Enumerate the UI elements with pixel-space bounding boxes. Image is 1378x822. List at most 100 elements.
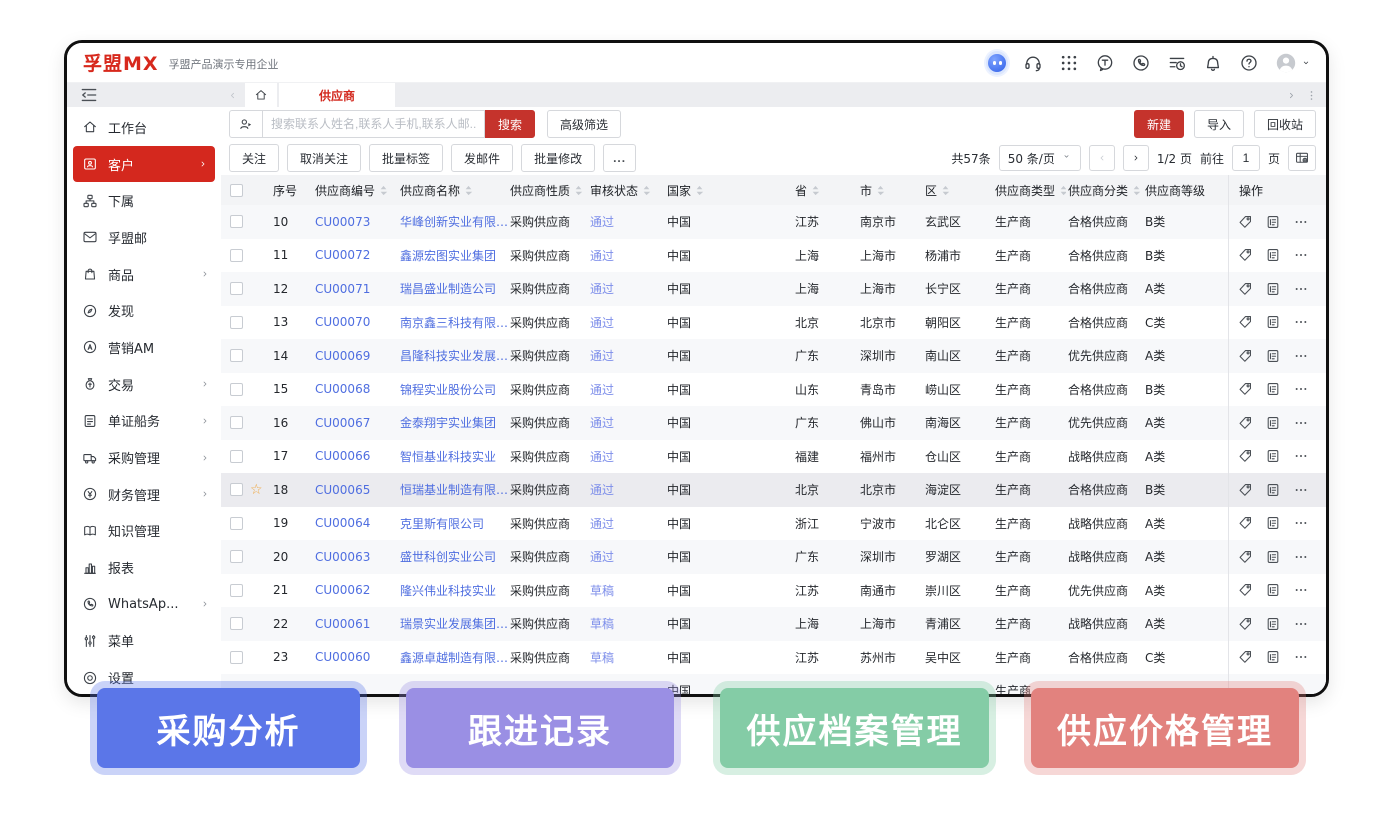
bulk-action-button[interactable]: 批量修改 xyxy=(521,144,595,172)
sort-icon[interactable] xyxy=(379,185,388,196)
tag-icon[interactable] xyxy=(1237,616,1253,632)
row-more-icon[interactable] xyxy=(1293,616,1309,632)
sort-icon[interactable] xyxy=(642,185,651,196)
cell-name[interactable]: 锦程实业股份公司 xyxy=(398,373,508,407)
star-icon[interactable]: ☆ xyxy=(250,483,263,497)
column-header-name[interactable]: 供应商名称 xyxy=(398,175,508,205)
user-menu[interactable] xyxy=(1274,52,1312,74)
row-more-icon[interactable] xyxy=(1293,247,1309,263)
advanced-filter-button[interactable]: 高级筛选 xyxy=(547,110,621,138)
row-checkbox[interactable] xyxy=(230,550,243,563)
sidebar-item-customer[interactable]: 客户 xyxy=(73,146,215,183)
sidebar-item-marketing[interactable]: 营销AM xyxy=(67,329,221,366)
cell-code[interactable]: CU00061 xyxy=(313,607,398,641)
page-size-select[interactable]: 50 条/页 xyxy=(999,145,1081,171)
column-header-code[interactable]: 供应商编号 xyxy=(313,175,398,205)
column-header-city[interactable]: 市 xyxy=(858,175,923,205)
detail-form-icon[interactable] xyxy=(1265,549,1281,565)
cell-code[interactable]: CU00071 xyxy=(313,272,398,306)
row-checkbox[interactable] xyxy=(230,249,243,262)
detail-form-icon[interactable] xyxy=(1265,649,1281,665)
sidebar-item-home[interactable]: 工作台 xyxy=(67,109,221,146)
detail-form-icon[interactable] xyxy=(1265,415,1281,431)
row-more-icon[interactable] xyxy=(1293,314,1309,330)
detail-form-icon[interactable] xyxy=(1265,616,1281,632)
sort-icon[interactable] xyxy=(574,185,583,196)
cell-code[interactable]: CU00060 xyxy=(313,641,398,675)
detail-form-icon[interactable] xyxy=(1265,515,1281,531)
column-settings-icon[interactable] xyxy=(1288,145,1316,171)
column-header-country[interactable]: 国家 xyxy=(665,175,793,205)
cell-code[interactable]: CU00066 xyxy=(313,440,398,474)
detail-form-icon[interactable] xyxy=(1265,448,1281,464)
row-checkbox[interactable] xyxy=(230,215,243,228)
tag-icon[interactable] xyxy=(1237,247,1253,263)
cell-code[interactable]: CU00067 xyxy=(313,406,398,440)
row-more-icon[interactable] xyxy=(1293,582,1309,598)
tag-icon[interactable] xyxy=(1237,649,1253,665)
tag-icon[interactable] xyxy=(1237,582,1253,598)
detail-form-icon[interactable] xyxy=(1265,214,1281,230)
sort-icon[interactable] xyxy=(1132,185,1141,196)
column-header-nature[interactable]: 供应商性质 xyxy=(508,175,588,205)
cell-code[interactable]: CU00068 xyxy=(313,373,398,407)
sidebar-item-finance[interactable]: 财务管理 xyxy=(67,476,221,513)
sort-icon[interactable] xyxy=(941,185,950,196)
bulk-action-button[interactable]: 关注 xyxy=(229,144,279,172)
tag-icon[interactable] xyxy=(1237,348,1253,364)
row-more-icon[interactable] xyxy=(1293,281,1309,297)
message-t-icon[interactable] xyxy=(1094,52,1116,74)
cell-code[interactable]: CU00073 xyxy=(313,205,398,239)
cell-name[interactable]: 隆兴伟业科技实业 xyxy=(398,574,508,608)
column-header-district[interactable]: 区 xyxy=(923,175,993,205)
cell-code[interactable]: CU00069 xyxy=(313,339,398,373)
cell-code[interactable]: CU00063 xyxy=(313,540,398,574)
cell-name[interactable]: 昌隆科技实业发展… xyxy=(398,339,508,373)
sidebar-item-shipdoc[interactable]: 单证船务 xyxy=(67,403,221,440)
sidebar-item-trade[interactable]: 交易 xyxy=(67,366,221,403)
tag-icon[interactable] xyxy=(1237,281,1253,297)
sidebar-item-mail[interactable]: 孚盟邮 xyxy=(67,219,221,256)
search-button[interactable]: 搜索 xyxy=(485,110,535,138)
next-page-button[interactable] xyxy=(1123,145,1149,171)
ai-assistant-icon[interactable] xyxy=(986,52,1008,74)
row-checkbox[interactable] xyxy=(230,316,243,329)
tag-icon[interactable] xyxy=(1237,415,1253,431)
row-checkbox[interactable] xyxy=(230,349,243,362)
sidebar-item-menu[interactable]: 菜单 xyxy=(67,623,221,660)
goto-page-input[interactable] xyxy=(1232,145,1260,171)
row-checkbox[interactable] xyxy=(230,483,243,496)
contact-search-button[interactable] xyxy=(229,110,263,138)
detail-form-icon[interactable] xyxy=(1265,582,1281,598)
cell-name[interactable]: 南京鑫三科技有限… xyxy=(398,306,508,340)
headset-icon[interactable] xyxy=(1022,52,1044,74)
sidebar-collapse-icon[interactable] xyxy=(78,84,100,106)
recycle-bin-button[interactable]: 回收站 xyxy=(1254,110,1316,138)
sidebar-item-purchase[interactable]: 采购管理 xyxy=(67,439,221,476)
detail-form-icon[interactable] xyxy=(1265,348,1281,364)
help-icon[interactable] xyxy=(1238,52,1260,74)
row-checkbox[interactable] xyxy=(230,416,243,429)
column-header-type[interactable]: 供应商类型 xyxy=(993,175,1066,205)
column-header-category[interactable]: 供应商分类 xyxy=(1066,175,1143,205)
whatsapp-icon[interactable] xyxy=(1130,52,1152,74)
row-checkbox[interactable] xyxy=(230,651,243,664)
row-checkbox[interactable] xyxy=(230,383,243,396)
row-more-icon[interactable] xyxy=(1293,415,1309,431)
detail-form-icon[interactable] xyxy=(1265,482,1281,498)
cell-name[interactable]: 金泰翔宇实业集团 xyxy=(398,406,508,440)
row-checkbox[interactable] xyxy=(230,450,243,463)
sidebar-item-whatsapp[interactable]: WhatsAp... xyxy=(67,586,221,623)
row-more-icon[interactable] xyxy=(1293,649,1309,665)
cell-name[interactable]: 瑞昌盛业制造公司 xyxy=(398,272,508,306)
tag-icon[interactable] xyxy=(1237,515,1253,531)
create-button[interactable]: 新建 xyxy=(1134,110,1184,138)
cell-code[interactable]: CU00062 xyxy=(313,574,398,608)
sort-icon[interactable] xyxy=(876,185,885,196)
cell-name[interactable]: 克里斯有限公司 xyxy=(398,507,508,541)
cell-name[interactable]: 鑫源卓越制造有限… xyxy=(398,641,508,675)
row-more-icon[interactable] xyxy=(1293,348,1309,364)
tab-scroll-right-icon[interactable] xyxy=(1282,84,1300,106)
bulk-action-button[interactable]: 批量标签 xyxy=(369,144,443,172)
row-checkbox[interactable] xyxy=(230,517,243,530)
